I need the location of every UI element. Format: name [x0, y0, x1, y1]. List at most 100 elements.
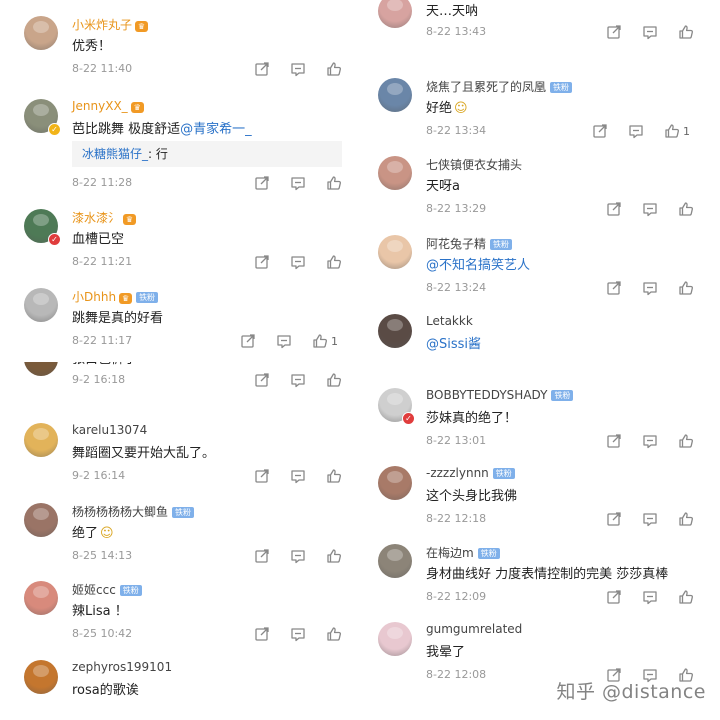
share-icon[interactable]: [254, 175, 270, 191]
like-icon[interactable]: [678, 24, 694, 40]
verified-badge-icon: ✓: [402, 412, 415, 425]
username[interactable]: 漆水漆氵 ♛: [72, 209, 137, 226]
avatar[interactable]: [378, 78, 412, 112]
comment-text: 芭比跳舞 极度舒适@青家希一_: [72, 118, 252, 137]
share-icon[interactable]: [254, 372, 270, 388]
avatar[interactable]: [378, 235, 412, 269]
like-icon[interactable]: [678, 511, 694, 527]
like-icon[interactable]: [326, 372, 342, 388]
avatar[interactable]: [378, 466, 412, 500]
username[interactable]: karelu13074: [72, 423, 147, 437]
avatar[interactable]: [378, 544, 412, 578]
avatar[interactable]: [24, 581, 58, 615]
member-crown-icon: ♛: [123, 214, 137, 225]
like-icon[interactable]: [678, 589, 694, 605]
like-icon[interactable]: [326, 254, 342, 270]
username-text: 在梅边m: [426, 546, 474, 560]
comment-item: 烧焦了且累死了的凤凰 铁粉 好绝 ☺ 8-22 13:34 1: [368, 72, 720, 150]
comment-icon[interactable]: [290, 548, 306, 564]
comment-body: 舞蹈圈又要开始大乱了。: [72, 446, 216, 461]
like-icon[interactable]: [664, 123, 680, 139]
share-icon[interactable]: [606, 433, 622, 449]
reply-username[interactable]: 冰糖熊猫仔_: [82, 147, 148, 161]
comment-icon[interactable]: [642, 589, 658, 605]
comment-icon[interactable]: [290, 372, 306, 388]
share-icon[interactable]: [254, 254, 270, 270]
username[interactable]: 杨杨杨杨杨大鲫鱼 铁粉: [72, 503, 195, 520]
avatar-highlight: [387, 240, 403, 252]
avatar[interactable]: [378, 0, 412, 28]
share-icon[interactable]: [606, 24, 622, 40]
avatar[interactable]: [24, 288, 58, 322]
comment-item: 七侠镇便衣女捕头 天呀a 8-22 13:29: [368, 150, 720, 228]
like-icon[interactable]: [326, 175, 342, 191]
username[interactable]: zephyros199101: [72, 660, 172, 674]
comment-icon[interactable]: [642, 280, 658, 296]
username[interactable]: gumgumrelated: [426, 622, 522, 636]
username-text: 小米炸丸子: [72, 18, 133, 32]
like-icon[interactable]: [326, 468, 342, 484]
avatar[interactable]: [378, 156, 412, 190]
avatar[interactable]: [24, 362, 58, 376]
like-icon[interactable]: [312, 333, 328, 349]
avatar[interactable]: [378, 314, 412, 348]
share-icon[interactable]: [254, 468, 270, 484]
comment-icon[interactable]: [290, 61, 306, 77]
avatar[interactable]: [378, 622, 412, 656]
avatar[interactable]: [24, 423, 58, 457]
comment-icon[interactable]: [642, 433, 658, 449]
share-icon[interactable]: [254, 626, 270, 642]
reply-box[interactable]: 冰糖熊猫仔_: 行: [72, 141, 342, 167]
comment-text: 舞蹈圈又要开始大乱了。: [72, 442, 215, 461]
like-icon[interactable]: [678, 280, 694, 296]
like-icon[interactable]: [326, 548, 342, 564]
avatar[interactable]: [24, 16, 58, 50]
username[interactable]: 在梅边m 铁粉: [426, 544, 500, 561]
comment-icon[interactable]: [276, 333, 292, 349]
share-icon[interactable]: [240, 333, 256, 349]
username[interactable]: 烧焦了且累死了的凤凰 铁粉: [426, 78, 573, 95]
mention-link[interactable]: @青家希一_: [180, 122, 252, 137]
comment-body: 优秀！: [72, 39, 112, 54]
member-crown-icon: ♛: [130, 102, 144, 113]
comment-item: 天…天呐 8-22 13:43: [368, 0, 720, 66]
avatar-highlight: [387, 549, 403, 561]
share-icon[interactable]: [606, 280, 622, 296]
share-icon[interactable]: [254, 548, 270, 564]
username[interactable]: JennyXX_ ♛: [72, 99, 144, 113]
comment-icon[interactable]: [642, 511, 658, 527]
comment-body: 天呀a: [426, 179, 460, 194]
mention-link[interactable]: @Sissi酱: [426, 337, 481, 352]
username[interactable]: 阿花兔子精 铁粉: [426, 235, 513, 252]
username[interactable]: 姬姬ccc 铁粉: [72, 581, 142, 598]
username[interactable]: 小米炸丸子 ♛: [72, 16, 149, 33]
like-icon[interactable]: [678, 433, 694, 449]
comment-icon[interactable]: [290, 254, 306, 270]
comment-icon[interactable]: [290, 175, 306, 191]
comment-icon[interactable]: [628, 123, 644, 139]
username[interactable]: BOBBYTEDDYSHADY 铁粉: [426, 388, 574, 402]
comment-icon[interactable]: [642, 201, 658, 217]
comment-body: 这个头身比我佛: [426, 489, 518, 504]
comment-text: 跳舞是真的好看: [72, 307, 163, 326]
comment-icon[interactable]: [290, 626, 306, 642]
share-icon[interactable]: [606, 511, 622, 527]
username[interactable]: 七侠镇便衣女捕头: [426, 156, 522, 173]
avatar[interactable]: [24, 503, 58, 537]
mention-link[interactable]: @不知名搞笑艺人: [426, 258, 530, 273]
comment-icon[interactable]: [642, 24, 658, 40]
timestamp: 8-22 12:18: [426, 512, 487, 525]
comment-icon[interactable]: [290, 468, 306, 484]
share-icon[interactable]: [606, 201, 622, 217]
username[interactable]: Letakkk: [426, 314, 473, 328]
like-icon[interactable]: [678, 201, 694, 217]
share-icon[interactable]: [592, 123, 608, 139]
username[interactable]: 小Dhhh ♛ 铁粉: [72, 288, 159, 305]
share-icon[interactable]: [254, 61, 270, 77]
avatar[interactable]: [24, 660, 58, 694]
like-icon[interactable]: [326, 61, 342, 77]
share-icon[interactable]: [606, 589, 622, 605]
avatar-highlight: [387, 471, 403, 483]
like-icon[interactable]: [326, 626, 342, 642]
username[interactable]: -zzzzlynnn 铁粉: [426, 466, 515, 480]
